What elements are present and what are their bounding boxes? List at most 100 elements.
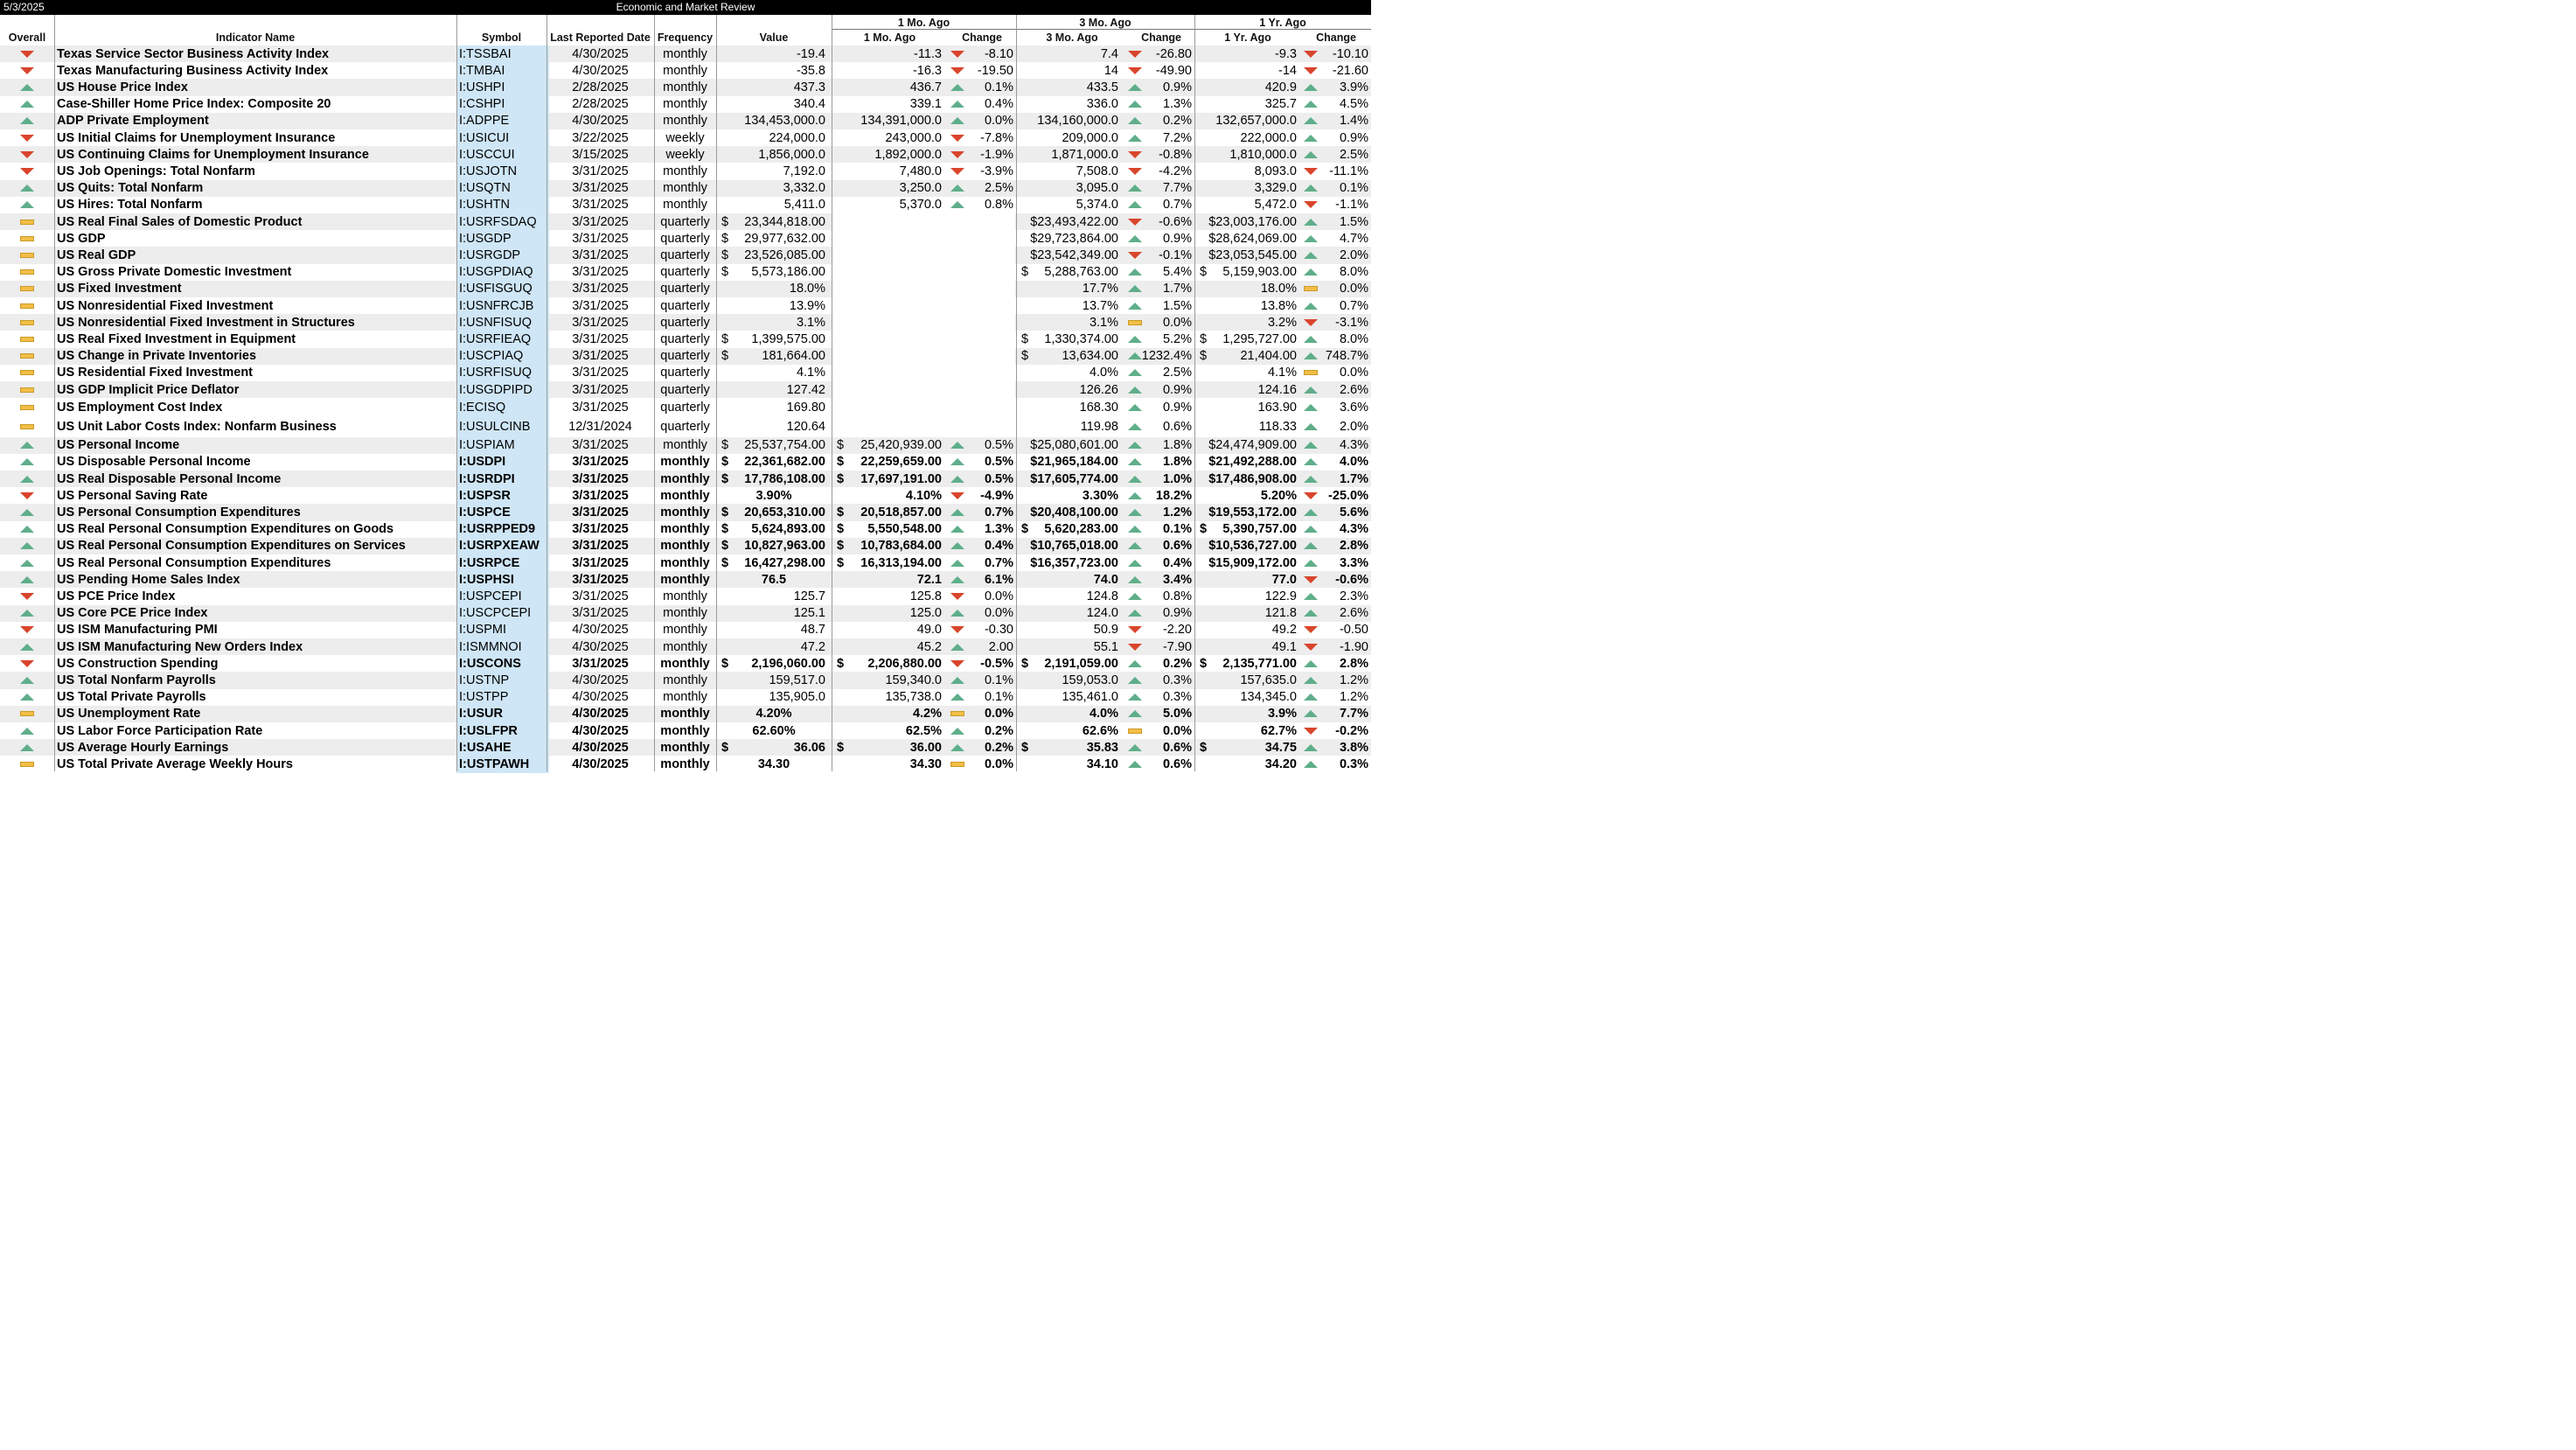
- one-year-ago-cell[interactable]: $28,624,069.00: [1194, 230, 1301, 247]
- one-month-change-cell[interactable]: 0.0%: [948, 706, 1016, 722]
- three-month-ago-cell[interactable]: $16,357,723.00: [1016, 554, 1128, 571]
- one-year-change-cell[interactable]: 2.8%: [1301, 538, 1371, 554]
- symbol-cell[interactable]: I:USGPDIAQ: [456, 263, 549, 281]
- table-row[interactable]: US GDP Implicit Price Deflator I:USGDPIPD…: [0, 381, 1371, 399]
- one-year-change-cell[interactable]: 0.1%: [1301, 180, 1371, 197]
- last-reported-date-cell[interactable]: 3/31/2025: [547, 348, 654, 365]
- symbol-cell[interactable]: I:USGDP: [456, 230, 549, 247]
- last-reported-date-cell[interactable]: 2/28/2025: [547, 96, 654, 113]
- last-reported-date-cell[interactable]: 3/31/2025: [547, 437, 654, 454]
- three-month-ago-cell[interactable]: 209,000.0: [1016, 129, 1128, 146]
- one-year-ago-cell[interactable]: $2,135,771.00: [1194, 655, 1301, 672]
- table-row[interactable]: US ISM Manufacturing New Orders Index I:I…: [0, 638, 1371, 656]
- one-month-change-cell[interactable]: 0.5%: [948, 437, 1016, 454]
- one-month-change-cell[interactable]: 2.00: [948, 638, 1016, 655]
- three-month-change-cell[interactable]: -26.80: [1128, 45, 1194, 62]
- symbol-cell[interactable]: I:USRPCE: [456, 554, 549, 572]
- three-month-ago-cell[interactable]: $21,965,184.00: [1016, 454, 1128, 471]
- three-month-ago-cell[interactable]: 13.7%: [1016, 297, 1128, 314]
- three-month-ago-cell[interactable]: 5,374.0: [1016, 197, 1128, 213]
- one-year-change-cell[interactable]: 8.0%: [1301, 264, 1371, 281]
- one-year-ago-cell[interactable]: $19,553,172.00: [1194, 504, 1301, 520]
- one-year-ago-cell[interactable]: $1,295,727.00: [1194, 331, 1301, 347]
- one-month-ago-cell[interactable]: 243,000.0: [832, 129, 948, 146]
- one-year-change-cell[interactable]: -0.50: [1301, 622, 1371, 638]
- symbol-cell[interactable]: I:USHTN: [456, 196, 549, 213]
- three-month-change-cell[interactable]: 5.0%: [1128, 706, 1194, 722]
- frequency-cell[interactable]: quarterly: [654, 348, 716, 365]
- last-reported-date-cell[interactable]: 3/31/2025: [547, 264, 654, 281]
- three-month-change-cell[interactable]: -0.8%: [1128, 146, 1194, 163]
- frequency-cell[interactable]: quarterly: [654, 213, 716, 230]
- table-row[interactable]: US Real Fixed Investment in Equipment I:U…: [0, 331, 1371, 348]
- one-year-change-cell[interactable]: 2.0%: [1301, 247, 1371, 263]
- table-row[interactable]: US Personal Saving Rate I:USPSR 3/31/2025 m…: [0, 487, 1371, 505]
- indicator-name-cell[interactable]: US Real Final Sales of Domestic Product: [54, 213, 459, 230]
- frequency-cell[interactable]: monthly: [654, 79, 716, 95]
- last-reported-date-cell[interactable]: 3/31/2025: [547, 314, 654, 331]
- last-reported-date-cell[interactable]: 4/30/2025: [547, 638, 654, 655]
- value-cell[interactable]: 7,192.0: [716, 163, 832, 179]
- symbol-cell[interactable]: I:USNFRCJB: [456, 297, 549, 315]
- frequency-cell[interactable]: monthly: [654, 706, 716, 722]
- three-month-ago-cell[interactable]: $2,191,059.00: [1016, 655, 1128, 672]
- one-month-ago-cell[interactable]: $17,697,191.00: [832, 471, 948, 487]
- last-reported-date-cell[interactable]: 3/31/2025: [547, 655, 654, 672]
- three-month-ago-cell[interactable]: $17,605,774.00: [1016, 471, 1128, 487]
- symbol-cell[interactable]: I:USCPIAQ: [456, 347, 549, 365]
- symbol-cell[interactable]: I:USTPAWH: [456, 756, 549, 773]
- one-year-ago-cell[interactable]: 222,000.0: [1194, 129, 1301, 146]
- value-cell[interactable]: 34.30: [716, 756, 832, 772]
- one-year-ago-cell[interactable]: 122.9: [1194, 588, 1301, 604]
- one-month-change-cell[interactable]: 0.4%: [948, 96, 1016, 113]
- one-month-change-cell[interactable]: -1.9%: [948, 146, 1016, 163]
- frequency-cell[interactable]: quarterly: [654, 331, 716, 347]
- table-row[interactable]: US Real Personal Consumption Expenditure…: [0, 537, 1371, 554]
- three-month-ago-cell[interactable]: 55.1: [1016, 638, 1128, 655]
- value-cell[interactable]: 13.9%: [716, 297, 832, 314]
- one-year-ago-cell[interactable]: $17,486,908.00: [1194, 471, 1301, 487]
- one-year-change-cell[interactable]: 2.6%: [1301, 605, 1371, 622]
- one-month-ago-cell[interactable]: $20,518,857.00: [832, 504, 948, 520]
- one-month-ago-cell[interactable]: $10,783,684.00: [832, 538, 948, 554]
- table-row[interactable]: US Disposable Personal Income I:USDPI 3/31…: [0, 453, 1371, 471]
- three-month-ago-cell[interactable]: 50.9: [1016, 622, 1128, 638]
- three-month-change-cell[interactable]: 0.9%: [1128, 398, 1194, 417]
- three-month-ago-cell[interactable]: 433.5: [1016, 79, 1128, 95]
- frequency-cell[interactable]: monthly: [654, 756, 716, 772]
- value-cell[interactable]: $1,399,575.00: [716, 331, 832, 347]
- one-year-change-cell[interactable]: 4.3%: [1301, 521, 1371, 538]
- three-month-ago-cell[interactable]: $5,620,283.00: [1016, 521, 1128, 538]
- one-year-change-cell[interactable]: -10.10: [1301, 45, 1371, 62]
- three-month-change-cell[interactable]: -0.1%: [1128, 247, 1194, 263]
- one-month-change-cell[interactable]: 1.3%: [948, 521, 1016, 538]
- indicator-name-cell[interactable]: US Average Hourly Earnings: [54, 739, 459, 756]
- symbol-cell[interactable]: I:USLFPR: [456, 722, 549, 740]
- one-month-ago-cell[interactable]: $16,313,194.00: [832, 554, 948, 571]
- header-value[interactable]: Value: [716, 31, 832, 44]
- one-month-ago-cell[interactable]: $2,206,880.00: [832, 655, 948, 672]
- frequency-cell[interactable]: monthly: [654, 521, 716, 538]
- one-month-ago-cell[interactable]: 7,480.0: [832, 163, 948, 179]
- one-month-change-cell[interactable]: 0.7%: [948, 504, 1016, 520]
- three-month-ago-cell[interactable]: 17.7%: [1016, 281, 1128, 297]
- frequency-cell[interactable]: monthly: [654, 739, 716, 756]
- frequency-cell[interactable]: quarterly: [654, 365, 716, 381]
- one-year-ago-cell[interactable]: 8,093.0: [1194, 163, 1301, 179]
- indicator-name-cell[interactable]: US Nonresidential Fixed Investment in St…: [54, 314, 459, 331]
- one-year-change-cell[interactable]: 1.2%: [1301, 689, 1371, 706]
- three-month-change-cell[interactable]: 0.4%: [1128, 554, 1194, 571]
- symbol-cell[interactable]: I:USRFIEAQ: [456, 331, 549, 348]
- indicator-name-cell[interactable]: US Core PCE Price Index: [54, 605, 459, 622]
- value-cell[interactable]: 125.1: [716, 605, 832, 622]
- three-month-ago-cell[interactable]: 134,160,000.0: [1016, 113, 1128, 129]
- table-row[interactable]: US Employment Cost Index I:ECISQ 3/31/2025…: [0, 398, 1371, 418]
- table-row[interactable]: Texas Manufacturing Business Activity In…: [0, 62, 1371, 80]
- frequency-cell[interactable]: quarterly: [654, 281, 716, 297]
- indicator-name-cell[interactable]: US ISM Manufacturing PMI: [54, 622, 459, 638]
- frequency-cell[interactable]: monthly: [654, 45, 716, 62]
- header-1mo-change[interactable]: Change: [948, 31, 1016, 44]
- three-month-ago-cell[interactable]: 3.1%: [1016, 314, 1128, 331]
- one-year-ago-cell[interactable]: -14: [1194, 62, 1301, 79]
- one-month-change-cell[interactable]: 6.1%: [948, 571, 1016, 588]
